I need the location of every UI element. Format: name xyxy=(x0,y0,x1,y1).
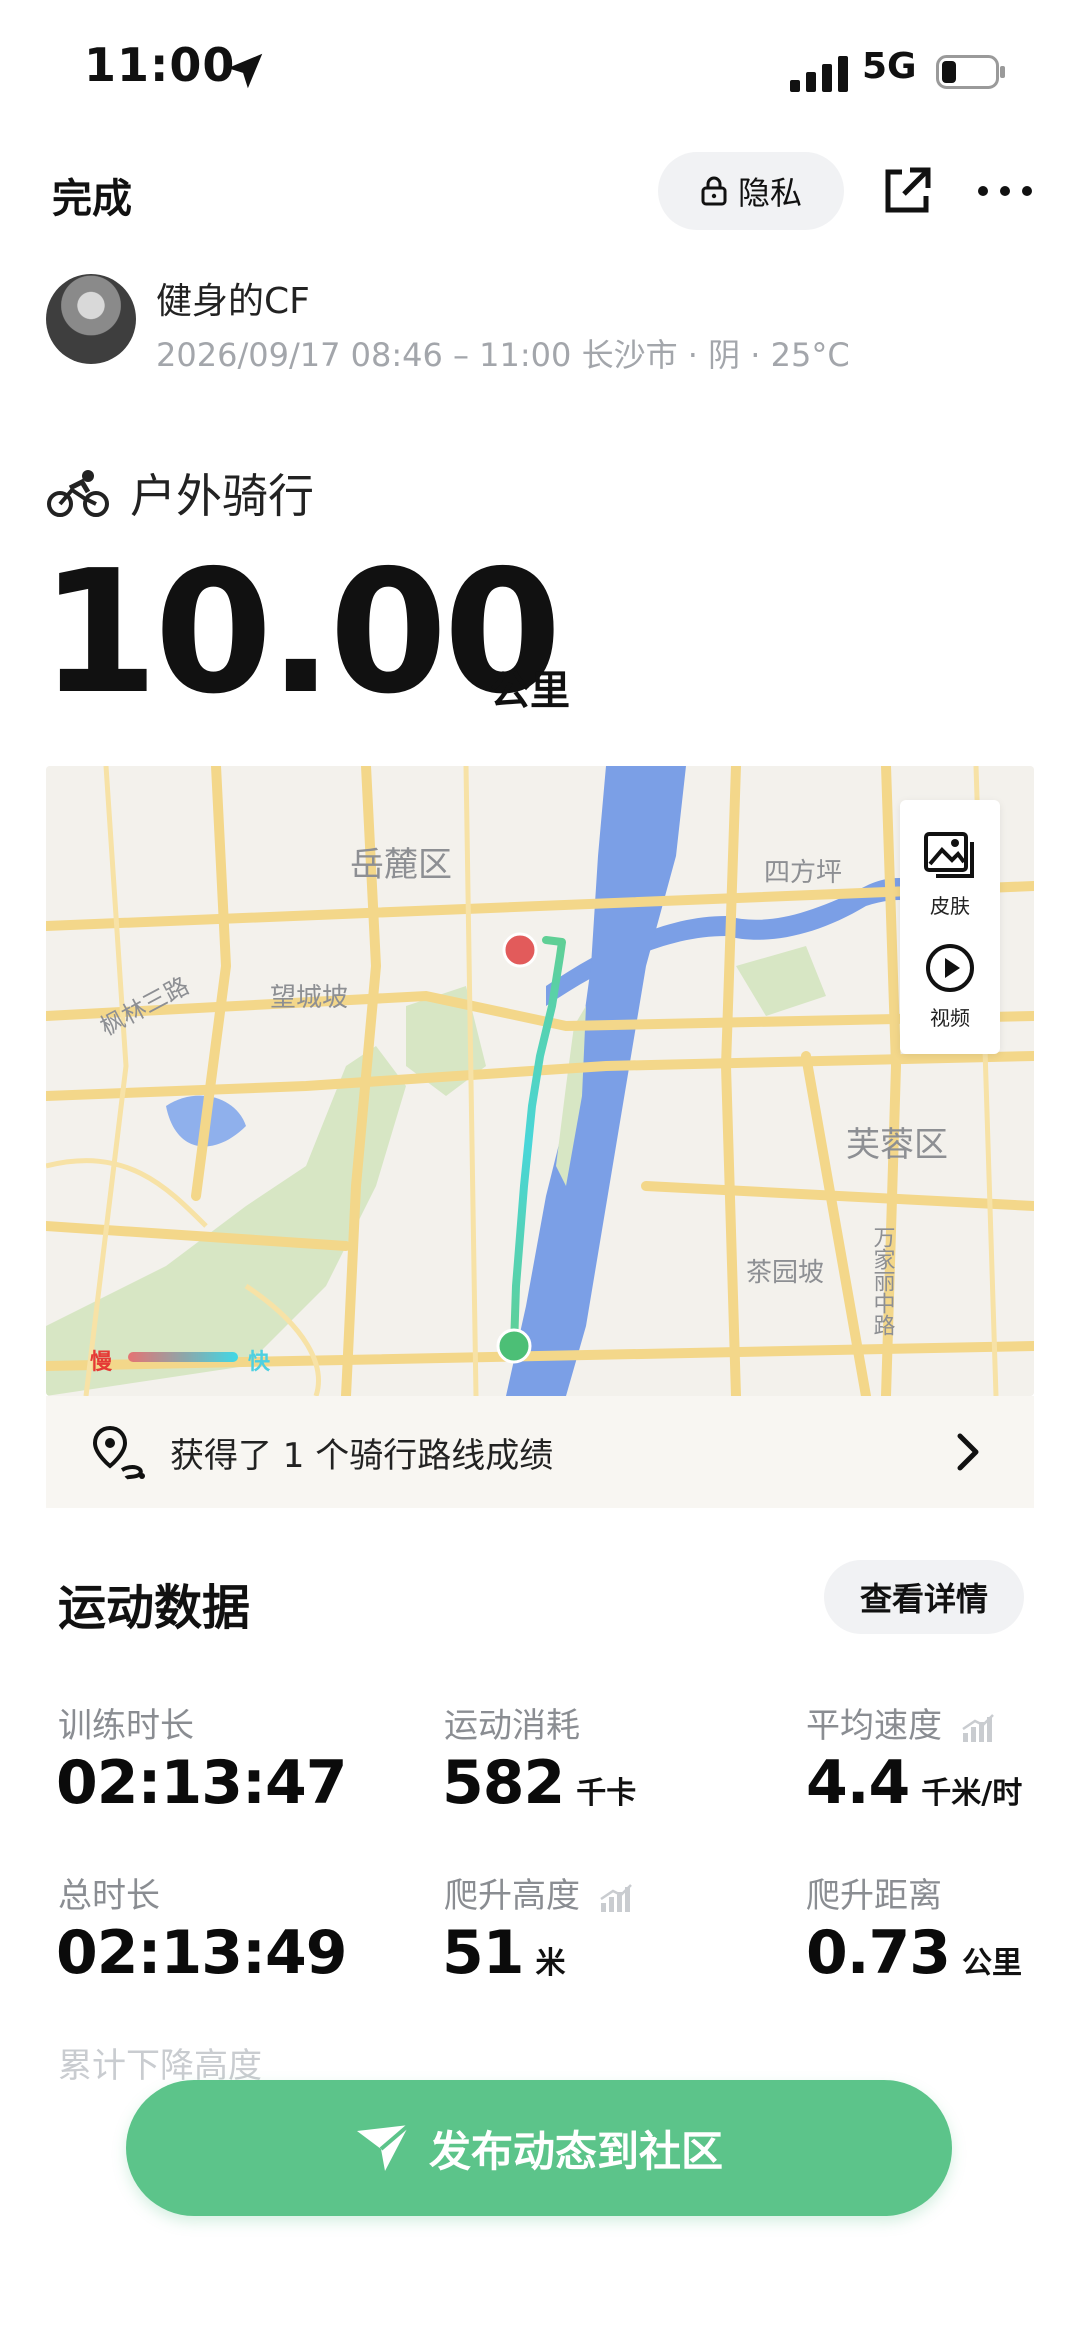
speed-legend-bar xyxy=(128,1352,238,1362)
lock-icon xyxy=(701,176,727,206)
publish-to-community-button[interactable]: 发布动态到社区 xyxy=(126,2080,952,2216)
map-label: 万家丽中路 xyxy=(870,1226,896,1336)
share-icon[interactable] xyxy=(880,164,934,218)
stat-value: 582 xyxy=(442,1748,565,1818)
stat-total-duration: 02:13:49 xyxy=(56,1918,347,1988)
activity-meta: 2026/09/17 08:46 – 11:00 长沙市 · 阴 · 25°C xyxy=(156,336,850,374)
done-button[interactable]: 完成 xyxy=(52,166,132,224)
stat-label: 运动消耗 xyxy=(444,1706,580,1746)
route-map[interactable]: 岳麓区 四方坪 望城坡 枫林三路 芙蓉区 茶园坡 万家丽中路 xyxy=(46,766,1034,1396)
route-pin-icon xyxy=(92,1425,145,1480)
distance-unit: 公里 xyxy=(490,668,570,714)
location-arrow-icon xyxy=(227,53,263,89)
video-button[interactable]: 视频 xyxy=(900,942,1000,1031)
legend-fast-label: 快 xyxy=(248,1350,271,1375)
stat-unit: 千卡 xyxy=(576,1776,637,1811)
stat-value: 0.73 xyxy=(806,1918,951,1988)
route-end-marker xyxy=(502,932,538,968)
stat-label: 爬升高度 xyxy=(444,1876,580,1916)
stat-label: 训练时长 xyxy=(58,1706,194,1746)
privacy-label: 隐私 xyxy=(737,174,802,212)
legend-slow-label: 慢 xyxy=(90,1350,113,1375)
send-icon xyxy=(356,2123,411,2171)
publish-label: 发布动态到社区 xyxy=(428,2126,723,2176)
trend-chart-icon xyxy=(962,1713,994,1742)
status-time: 11:00 xyxy=(84,38,236,92)
skin-button[interactable]: 皮肤 xyxy=(900,830,1000,919)
stat-label: 平均速度 xyxy=(806,1706,942,1746)
avatar[interactable] xyxy=(46,274,136,364)
image-icon xyxy=(924,832,974,878)
view-details-button[interactable]: 查看详情 xyxy=(824,1560,1024,1634)
stat-value: 4.4 xyxy=(806,1748,910,1818)
stat-climb-distance: 0.73 公里 xyxy=(806,1918,1022,1988)
stat-avg-speed: 4.4 千米/时 xyxy=(806,1748,1022,1818)
trend-chart-icon xyxy=(600,1883,632,1912)
play-icon xyxy=(926,944,974,992)
route-start-marker xyxy=(496,1328,532,1364)
stat-label: 总时长 xyxy=(58,1876,160,1916)
map-label: 岳麓区 xyxy=(350,845,452,885)
stat-training-duration: 02:13:47 xyxy=(56,1748,347,1818)
stat-value: 51 xyxy=(442,1918,524,1988)
route-achievement-text: 获得了 1 个骑行路线成绩 xyxy=(170,1435,554,1476)
map-side-panel: 皮肤 视频 xyxy=(900,800,1000,1054)
avg-speed-label-row[interactable]: 平均速度 xyxy=(806,1698,995,1747)
bicycle-icon xyxy=(47,470,109,517)
stats-title: 运动数据 xyxy=(58,1580,251,1636)
stat-value: 02:13:49 xyxy=(56,1918,347,1988)
route-achievement-row[interactable]: 获得了 1 个骑行路线成绩 xyxy=(46,1396,1034,1508)
battery-icon xyxy=(936,55,1005,89)
stat-value: 02:13:47 xyxy=(56,1748,347,1818)
stat-elevation-gain: 51 米 xyxy=(442,1918,566,1988)
stat-label: 爬升距离 xyxy=(806,1876,942,1916)
video-label: 视频 xyxy=(930,1006,970,1030)
stat-unit: 千米/时 xyxy=(921,1776,1023,1811)
more-icon[interactable] xyxy=(975,170,1035,212)
elevation-label-row[interactable]: 爬升高度 xyxy=(444,1868,633,1917)
distance-value: 10.00 xyxy=(40,534,562,732)
privacy-button[interactable]: 隐私 xyxy=(658,152,844,230)
stat-unit: 公里 xyxy=(962,1946,1023,1981)
stat-calories: 582 千卡 xyxy=(442,1748,636,1818)
signal-bars-icon xyxy=(790,56,848,92)
network-type: 5G xyxy=(862,46,917,87)
skin-label: 皮肤 xyxy=(930,894,970,918)
activity-type: 户外骑行 xyxy=(130,469,314,523)
map-label: 茶园坡 xyxy=(746,1258,824,1288)
stat-unit: 米 xyxy=(535,1946,566,1981)
map-label: 芙蓉区 xyxy=(846,1125,948,1165)
map-label: 四方坪 xyxy=(764,858,842,888)
user-name[interactable]: 健身的CF xyxy=(156,272,310,324)
map-label: 望城坡 xyxy=(270,983,348,1013)
chevron-right-icon xyxy=(957,1433,979,1471)
